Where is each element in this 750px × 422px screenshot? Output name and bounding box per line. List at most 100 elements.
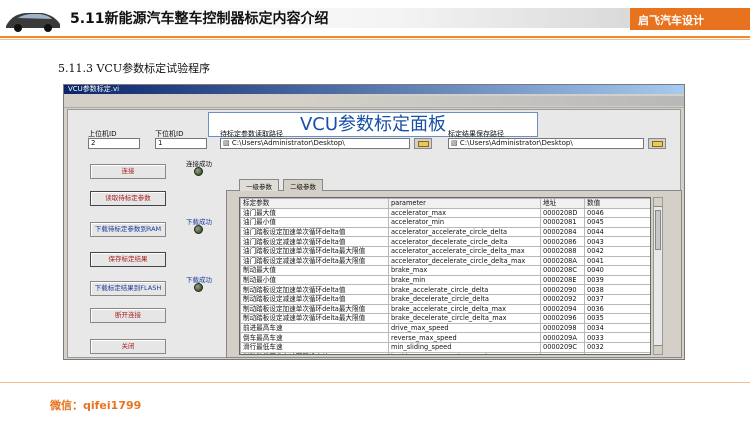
connect-button[interactable]: 连接	[90, 164, 166, 179]
slave-id-field[interactable]: 1	[155, 138, 207, 149]
scroll-up-icon[interactable]	[654, 198, 662, 207]
table-row[interactable]: 前进最高车速 drive_max_speed 00002098 0034	[240, 322, 650, 334]
table-cell: 0033	[584, 332, 650, 343]
table-cell: reverse_max_speed	[388, 332, 541, 343]
table-cell: 滑行最低车速	[240, 341, 389, 353]
table-cell: 0000208C	[540, 265, 585, 276]
table-row[interactable]: 油门最小值 accelerator_min 00002081 0045	[240, 217, 650, 228]
save-results-button[interactable]: 保存标定结果	[90, 252, 166, 267]
table-cell: 0039	[584, 274, 650, 286]
connect-led-icon	[194, 167, 203, 176]
table-cell: 0035	[584, 313, 650, 324]
table-cell: 制动踏板设定减速单次循环delta值	[240, 293, 389, 305]
slide-header: 5.11新能源汽车整车控制器标定内容介绍 启飞汽车设计	[0, 0, 750, 40]
path-icon: ▧	[223, 139, 232, 147]
section-heading: 5.11.3 VCU参数标定试验程序	[58, 62, 211, 75]
scroll-down-icon[interactable]	[654, 345, 662, 354]
column-header: parameter	[388, 198, 541, 209]
table-cell: 00002094	[540, 303, 585, 315]
table-cell: 00002098	[540, 322, 585, 334]
table-row[interactable]: 制动能量回收车速下限设定值braking_recovery_min_speed0…	[240, 351, 650, 354]
slide-title: 5.11新能源汽车整车控制器标定内容介绍	[70, 11, 329, 27]
table-cell: 制动最小值	[240, 274, 389, 286]
param-grid: 标定参数 parameter 地址 数值 油门最大值 accelerator_ma…	[240, 198, 650, 354]
table-row[interactable]: 油门踏板设定加速单次循环delta值 accelerator_accelerate…	[240, 226, 650, 238]
table-row[interactable]: 油门最大值 accelerator_max 0000208D 0046	[240, 207, 650, 219]
table-cell: braking_recovery_min_speed	[388, 351, 541, 354]
read-params-button[interactable]: 读取待标定参数	[90, 191, 166, 206]
table-row[interactable]: 倒车最高车速 reverse_max_speed 0000209A 0033	[240, 332, 650, 343]
table-cell: 0041	[584, 255, 650, 267]
footer-wechat: 微信：qifei1799	[50, 399, 142, 412]
front-panel: VCU参数标定面板 上位机ID 2 下位机ID 1 待标定参数读取路径 ▧ C:…	[67, 109, 682, 358]
table-cell: min_sliding_speed	[388, 341, 541, 353]
table-cell: 0036	[584, 303, 650, 315]
download-flash-led-icon	[194, 283, 203, 292]
table-cell: brake_max	[388, 265, 541, 276]
table-cell: accelerator_decelerate_circle_delta_max	[388, 255, 541, 267]
scroll-thumb[interactable]	[655, 210, 661, 250]
table-cell: 0000209E	[540, 351, 585, 354]
column-header: 数值	[584, 198, 650, 209]
table-row[interactable]: 制动踏板设定减速单次循环delta最大限值 brake_decelerate_ci…	[240, 313, 650, 324]
tab-level-1-params[interactable]: 一级参数	[239, 179, 279, 191]
car-logo-icon	[6, 13, 60, 32]
download-flash-button[interactable]: 下载标定结果到FLASH	[90, 281, 166, 296]
table-cell: 00002084	[540, 226, 585, 238]
table-cell: 前进最高车速	[240, 322, 389, 334]
table-scrollbar[interactable]	[653, 197, 663, 355]
table-cell: 0046	[584, 207, 650, 219]
disconnect-button[interactable]: 断开连接	[90, 308, 166, 323]
download-ram-button[interactable]: 下载待标定参数到RAM	[90, 222, 166, 237]
window-titlebar[interactable]: VCU参数标定.vi	[64, 85, 684, 94]
table-cell: 制动踏板设定减速单次循环delta最大限值	[240, 313, 389, 324]
footer-divider	[0, 382, 750, 383]
table-cell: 油门踏板设定减速单次循环delta值	[240, 236, 389, 247]
table-cell: 00002081	[540, 217, 585, 228]
table-cell: 0000209A	[540, 332, 585, 343]
tab-level-2-params[interactable]: 二级参数	[283, 179, 323, 191]
table-row[interactable]: 油门踏板设定减速单次循环delta值 accelerator_decelerate…	[240, 236, 650, 247]
table-row[interactable]: 油门踏板设定减速单次循环delta最大限值 accelerator_deceler…	[240, 255, 650, 267]
table-cell: accelerator_accelerate_circle_delta	[388, 226, 541, 238]
table-row[interactable]: 油门踏板设定加速单次循环delta最大限值 accelerator_acceler…	[240, 245, 650, 257]
table-cell: 0037	[584, 293, 650, 305]
close-button[interactable]: 关闭	[90, 339, 166, 354]
host-id-field[interactable]: 2	[88, 138, 140, 149]
table-cell: 00002096	[540, 313, 585, 324]
table-row[interactable]: 制动踏板设定加速单次循环delta值 brake_accelerate_circl…	[240, 284, 650, 295]
window-menubar	[64, 94, 684, 108]
param-table: 标定参数 parameter 地址 数值 油门最大值 accelerator_ma…	[239, 197, 651, 355]
folder-icon	[418, 141, 429, 147]
table-row[interactable]: 制动最小值 brake_min 0000208E 0039	[240, 274, 650, 286]
column-header: 地址	[540, 198, 585, 209]
table-row[interactable]: 滑行最低车速 min_sliding_speed 0000209C 0032	[240, 341, 650, 353]
table-cell: brake_decelerate_circle_delta_max	[388, 313, 541, 324]
table-cell: 0045	[584, 217, 650, 228]
table-cell: 0000209C	[540, 341, 585, 353]
read-path-field[interactable]: ▧ C:\Users\Administrator\Desktop\	[220, 138, 410, 149]
table-cell: drive_max_speed	[388, 322, 541, 334]
table-cell: 0038	[584, 284, 650, 295]
table-cell: 0032	[584, 341, 650, 353]
table-cell: 0040	[584, 265, 650, 276]
save-path-field[interactable]: ▧ C:\Users\Administrator\Desktop\	[448, 138, 644, 149]
read-path-browse-button[interactable]	[414, 138, 432, 149]
table-cell: 0031	[584, 351, 650, 354]
table-row[interactable]: 制动最大值 brake_max 0000208C 0040	[240, 265, 650, 276]
table-cell: 0000208A	[540, 255, 585, 267]
table-cell: 油门最大值	[240, 207, 389, 219]
table-row[interactable]: 制动踏板设定减速单次循环delta值 brake_decelerate_circl…	[240, 293, 650, 305]
table-cell: 制动踏板设定加速单次循环delta最大限值	[240, 303, 389, 315]
brand-label: 启飞汽车设计	[630, 8, 750, 30]
table-row[interactable]: 制动踏板设定加速单次循环delta最大限值 brake_accelerate_ci…	[240, 303, 650, 315]
table-cell: brake_min	[388, 274, 541, 286]
save-path-browse-button[interactable]	[648, 138, 666, 149]
header-divider-thin	[0, 39, 750, 40]
vcu-window: VCU参数标定.vi VCU参数标定面板 上位机ID 2 下位机ID 1 待标定…	[63, 84, 685, 360]
table-cell: 倒车最高车速	[240, 332, 389, 343]
path-icon: ▧	[451, 139, 460, 147]
save-path-value: C:\Users\Administrator\Desktop\	[459, 139, 573, 147]
table-cell: 00002088	[540, 245, 585, 257]
table-cell: brake_accelerate_circle_delta_max	[388, 303, 541, 315]
